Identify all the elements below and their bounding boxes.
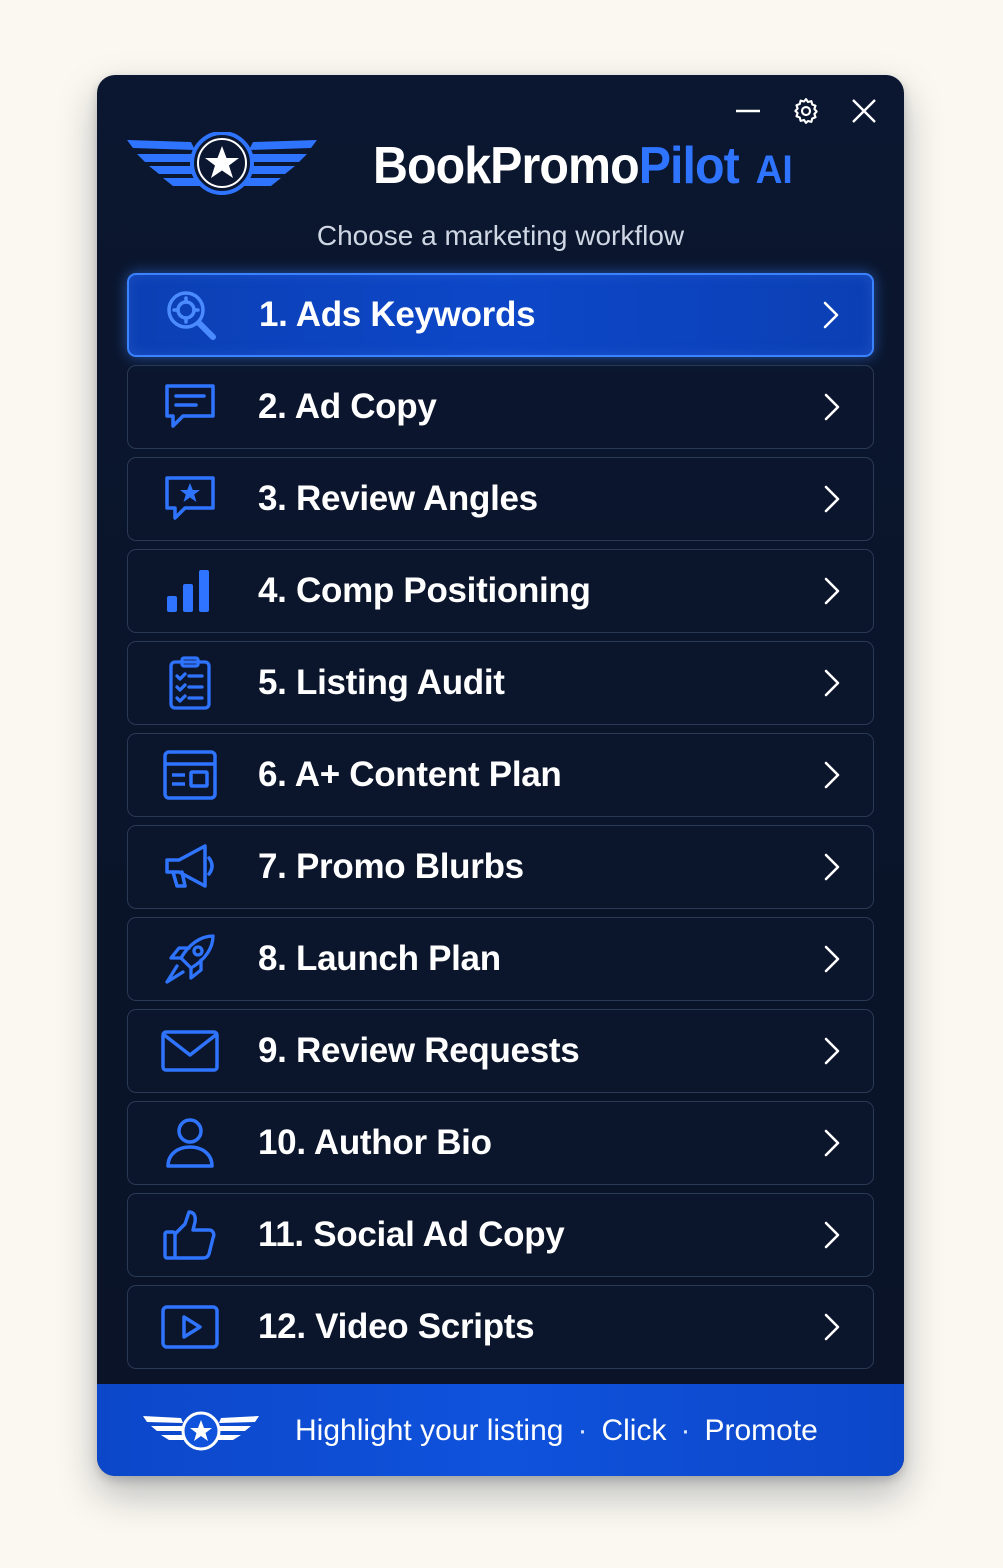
brand-ai-badge: AI bbox=[755, 148, 793, 192]
chevron-right-icon bbox=[824, 393, 840, 421]
menu-item-label: 8. Launch Plan bbox=[258, 939, 501, 978]
chevron-right-icon bbox=[824, 761, 840, 789]
close-icon[interactable] bbox=[848, 95, 880, 127]
app-title: BookPromoPilot AI bbox=[373, 140, 793, 192]
workflow-menu: 1. Ads Keywords 2. Ad Copy 3. Review Ang… bbox=[127, 273, 874, 1377]
wings-star-logo-icon bbox=[127, 131, 317, 202]
gear-icon[interactable] bbox=[790, 95, 822, 127]
video-play-icon bbox=[160, 1297, 220, 1357]
menu-item-label: 3. Review Angles bbox=[258, 479, 538, 518]
menu-item-aplus-content-plan[interactable]: 6. A+ Content Plan bbox=[127, 733, 874, 817]
rocket-icon bbox=[160, 929, 220, 989]
menu-item-review-requests[interactable]: 9. Review Requests bbox=[127, 1009, 874, 1093]
brand-name-part2: Pilot bbox=[638, 137, 740, 195]
menu-item-listing-audit[interactable]: 5. Listing Audit bbox=[127, 641, 874, 725]
menu-item-label: 6. A+ Content Plan bbox=[258, 755, 562, 794]
menu-item-author-bio[interactable]: 10. Author Bio bbox=[127, 1101, 874, 1185]
footer-bar: Highlight your listing · Click · Promote bbox=[97, 1384, 904, 1476]
menu-item-label: 10. Author Bio bbox=[258, 1123, 492, 1162]
megaphone-icon bbox=[160, 837, 220, 897]
menu-item-label: 1. Ads Keywords bbox=[259, 295, 536, 334]
clipboard-check-icon bbox=[160, 653, 220, 713]
chevron-right-icon bbox=[824, 853, 840, 881]
chevron-right-icon bbox=[824, 945, 840, 973]
tagline-part2: Click bbox=[601, 1414, 667, 1447]
menu-item-label: 7. Promo Blurbs bbox=[258, 847, 524, 886]
star-bubble-icon bbox=[160, 469, 220, 529]
menu-item-ads-keywords[interactable]: 1. Ads Keywords bbox=[127, 273, 874, 357]
envelope-icon bbox=[160, 1021, 220, 1081]
tagline-part1: Highlight your listing bbox=[295, 1414, 564, 1447]
thumbs-up-icon bbox=[160, 1205, 220, 1265]
menu-item-label: 2. Ad Copy bbox=[258, 387, 437, 426]
menu-item-social-ad-copy[interactable]: 11. Social Ad Copy bbox=[127, 1193, 874, 1277]
minimize-icon[interactable] bbox=[732, 95, 764, 127]
menu-item-label: 5. Listing Audit bbox=[258, 663, 505, 702]
menu-item-video-scripts[interactable]: 12. Video Scripts bbox=[127, 1285, 874, 1369]
menu-item-launch-plan[interactable]: 8. Launch Plan bbox=[127, 917, 874, 1001]
menu-item-ad-copy[interactable]: 2. Ad Copy bbox=[127, 365, 874, 449]
chevron-right-icon bbox=[824, 485, 840, 513]
layout-icon bbox=[160, 745, 220, 805]
user-icon bbox=[160, 1113, 220, 1173]
chevron-right-icon bbox=[824, 1129, 840, 1157]
menu-item-label: 12. Video Scripts bbox=[258, 1307, 535, 1346]
wings-star-logo-icon bbox=[143, 1410, 259, 1452]
tagline-part3: Promote bbox=[704, 1414, 818, 1447]
window-controls bbox=[732, 95, 880, 127]
menu-item-promo-blurbs[interactable]: 7. Promo Blurbs bbox=[127, 825, 874, 909]
app-window: BookPromoPilot AI Choose a marketing work… bbox=[97, 75, 904, 1476]
chat-bubble-icon bbox=[160, 377, 220, 437]
search-icon bbox=[161, 285, 221, 345]
chevron-right-icon bbox=[824, 669, 840, 697]
footer-tagline: Highlight your listing · Click · Promote bbox=[295, 1414, 818, 1448]
menu-item-comp-positioning[interactable]: 4. Comp Positioning bbox=[127, 549, 874, 633]
chevron-right-icon bbox=[823, 301, 839, 329]
chevron-right-icon bbox=[824, 1313, 840, 1341]
chevron-right-icon bbox=[824, 1037, 840, 1065]
menu-item-label: 4. Comp Positioning bbox=[258, 571, 591, 610]
brand-name-part1: BookPromo bbox=[373, 137, 640, 195]
separator-dot: · bbox=[577, 1414, 588, 1447]
bar-chart-icon bbox=[160, 561, 220, 621]
page-subtitle: Choose a marketing workflow bbox=[316, 220, 685, 251]
header: BookPromoPilot AI bbox=[127, 130, 887, 220]
chevron-right-icon bbox=[824, 577, 840, 605]
menu-item-label: 9. Review Requests bbox=[258, 1031, 580, 1070]
separator-dot: · bbox=[680, 1414, 691, 1447]
menu-item-label: 11. Social Ad Copy bbox=[258, 1215, 565, 1254]
menu-item-review-angles[interactable]: 3. Review Angles bbox=[127, 457, 874, 541]
chevron-right-icon bbox=[824, 1221, 840, 1249]
